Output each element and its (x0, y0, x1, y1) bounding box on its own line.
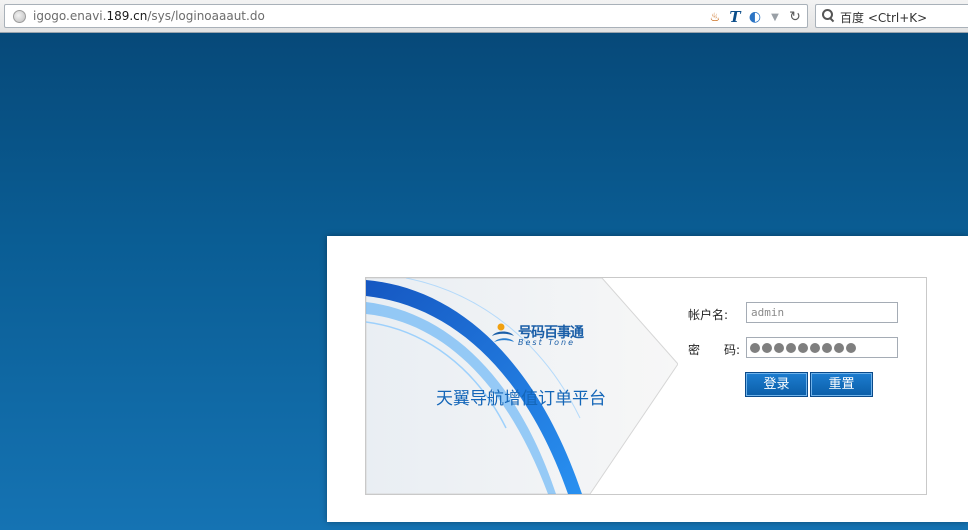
login-panel: 号码百事通 Best Tone 天翼导航增值订单平台 帐户名: 密 码: 登录 … (327, 236, 968, 522)
password-mask-dot (798, 342, 808, 353)
password-mask-dot (774, 342, 784, 353)
password-mask-dot (762, 342, 772, 353)
login-form: 帐户名: 密 码: 登录 重置 (684, 278, 926, 494)
login-box: 号码百事通 Best Tone 天翼导航增值订单平台 帐户名: 密 码: 登录 … (365, 277, 927, 495)
search-icon (822, 9, 834, 21)
password-mask-dot (846, 342, 856, 353)
search-input[interactable]: 百度 <Ctrl+K> (840, 9, 927, 26)
reset-button[interactable]: 重置 (810, 372, 873, 397)
password-mask-dot (834, 342, 844, 353)
platform-title: 天翼导航增值订单平台 (436, 389, 606, 409)
logo-mark-icon (492, 323, 514, 342)
globe-icon (13, 10, 26, 23)
url-domain-main: 189.cn (106, 9, 148, 23)
password-mask-dot (810, 342, 820, 353)
url-bar-icons: ♨ T ◐ ▼ ↻ (707, 7, 803, 27)
password-mask-dot (786, 342, 796, 353)
password-input[interactable] (746, 337, 898, 358)
password-mask-dot (750, 342, 760, 353)
logo-text-en: Best Tone (518, 338, 576, 347)
url-domain-prefix: igogo.enavi. (33, 9, 107, 23)
dropdown-arrow-icon[interactable]: ▼ (767, 9, 783, 25)
wave-addon-icon[interactable]: ◐ (747, 9, 763, 25)
url-path: /sys/loginoaaaut.do (147, 9, 265, 23)
best-tone-logo: 号码百事通 Best Tone (484, 316, 594, 356)
username-input[interactable] (746, 302, 898, 323)
search-bar[interactable]: 百度 <Ctrl+K> (815, 4, 968, 28)
login-button[interactable]: 登录 (745, 372, 808, 397)
password-label: 密 码: (688, 343, 741, 357)
address-bar[interactable]: igogo.enavi.189.cn/sys/loginoaaaut.do ♨ … (4, 4, 808, 28)
password-mask-dot (822, 342, 832, 353)
java-icon[interactable]: ♨ (707, 9, 723, 25)
url-text[interactable]: igogo.enavi.189.cn/sys/loginoaaaut.do (33, 9, 265, 23)
banner: 号码百事通 Best Tone 天翼导航增值订单平台 (366, 278, 678, 494)
username-label: 帐户名: (688, 308, 729, 322)
t-addon-icon[interactable]: T (727, 8, 743, 26)
browser-toolbar: igogo.enavi.189.cn/sys/loginoaaaut.do ♨ … (0, 0, 968, 33)
reload-icon[interactable]: ↻ (787, 9, 803, 25)
